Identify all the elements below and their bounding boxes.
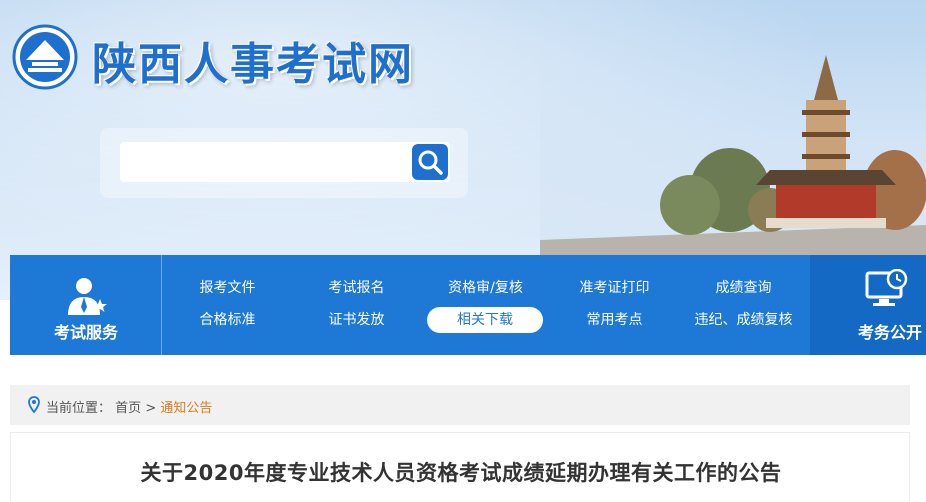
monitor-clock-icon: [865, 269, 908, 306]
breadcrumb: 当前位置： 首页 > 通知公告: [10, 385, 910, 425]
breadcrumb-home-link[interactable]: 首页: [115, 401, 141, 416]
exam-service-label: 考试服务: [53, 323, 118, 342]
logo-emblem[interactable]: [12, 24, 78, 90]
breadcrumb-current-link[interactable]: 通知公告: [160, 401, 212, 416]
nav-link-hege-biaozhun[interactable]: 合格标准: [163, 307, 292, 333]
user-star-icon: [68, 278, 107, 315]
search-button[interactable]: [410, 142, 450, 182]
nav-links-grid: 报考文件 考试报名 资格审/复核 准考证打印 成绩查询 合格标准 证书发放 相关…: [163, 275, 809, 335]
breadcrumb-separator: >: [145, 401, 157, 416]
location-pin-icon: [28, 396, 40, 414]
breadcrumb-text: 当前位置： 首页 > 通知公告: [46, 397, 212, 416]
nav-link-chengji-chaxun[interactable]: 成绩查询: [679, 275, 808, 301]
site-title[interactable]: 陕西人事考试网: [92, 28, 414, 92]
nav-link-xiangguan-xiazai[interactable]: 相关下载: [427, 307, 543, 333]
exam-service-button[interactable]: 考试服务: [10, 255, 162, 355]
article-title: 关于2020年度专业技术人员资格考试成绩延期办理有关工作的公告: [140, 461, 782, 485]
article-panel: 关于2020年度专业技术人员资格考试成绩延期办理有关工作的公告: [10, 432, 910, 502]
nav-link-zige-shen-fuhe[interactable]: 资格审/复核: [421, 275, 550, 301]
main-nav: 考试服务 报考文件 考试报名 资格审/复核 准考证打印 成绩查询 合格标准 证书…: [10, 255, 926, 355]
pagoda-scene-image: [540, 40, 926, 260]
exam-affairs-public-label: 考务公开: [857, 323, 922, 342]
search-box: [100, 128, 468, 198]
exam-affairs-public-button[interactable]: 考务公开: [810, 255, 926, 355]
nav-link-changyong-kaodian[interactable]: 常用考点: [550, 307, 679, 333]
nav-link-zhengshu-fafang[interactable]: 证书发放: [292, 307, 421, 333]
nav-link-zhunkaozheng-dayin[interactable]: 准考证打印: [550, 275, 679, 301]
search-input[interactable]: [120, 142, 410, 182]
nav-link-baokao-wenjian[interactable]: 报考文件: [163, 275, 292, 301]
nav-link-weiji-chengji-fuhe[interactable]: 违纪、成绩复核: [679, 307, 808, 333]
search-icon: [412, 144, 448, 180]
breadcrumb-prefix: 当前位置：: [46, 401, 112, 416]
nav-link-kaoshi-baoming[interactable]: 考试报名: [292, 275, 421, 301]
